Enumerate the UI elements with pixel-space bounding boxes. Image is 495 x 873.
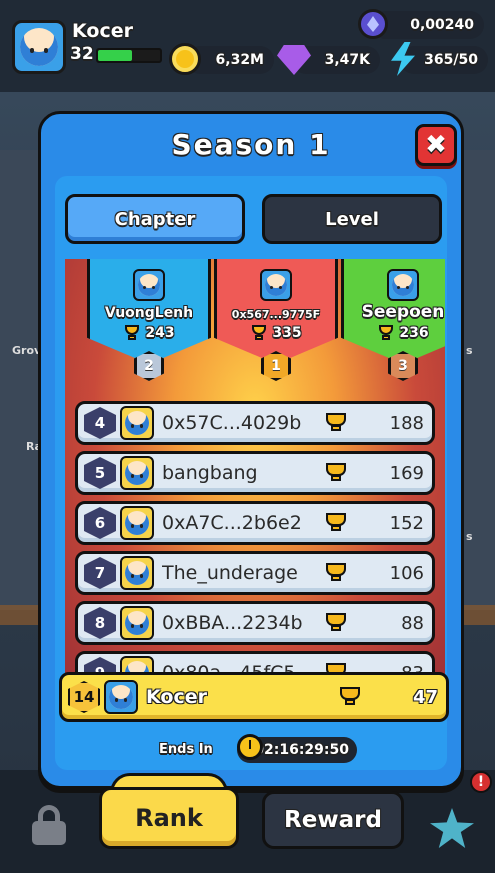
row-rank-badge: 7	[84, 557, 116, 589]
player-name: Kocer	[72, 20, 133, 42]
eth-balance-value: 0,00240	[410, 17, 474, 33]
trophy-icon	[123, 325, 141, 341]
podium-first-score: 335	[214, 325, 338, 341]
leaderboard-row[interactable]: 7 The_underage 106	[75, 551, 435, 595]
tab-chapter[interactable]: Chapter	[65, 194, 245, 244]
podium-third-avatar	[387, 269, 419, 301]
podium-second-name: VuongLenh	[104, 305, 194, 321]
podium-third-score-value: 236	[399, 325, 429, 341]
podium-second-avatar	[133, 269, 165, 301]
row-score: 188	[389, 412, 424, 434]
row-rank-badge: 4	[84, 407, 116, 439]
avatar-face-icon	[125, 611, 149, 635]
row-player-name: bangbang	[162, 462, 258, 484]
avatar-face-icon	[125, 461, 149, 485]
row-player-name: 0xA7C...2b6e2	[162, 512, 302, 534]
background-label: Grov	[12, 344, 42, 357]
eth-icon	[358, 9, 388, 39]
trophy-icon	[377, 325, 395, 341]
stopwatch-icon	[237, 734, 263, 760]
avatar-face-icon	[125, 411, 149, 435]
coins-value: 6,32M	[215, 52, 264, 68]
leaderboard-row[interactable]: 4 0x57C...4029b 188	[75, 401, 435, 445]
row-avatar	[120, 606, 154, 640]
season-leaderboard-modal: Season 1 ✖ Chapter Level VuongLenh 0x567…	[38, 111, 464, 789]
row-rank-badge: 5	[84, 457, 116, 489]
row-player-name: 0x57C...4029b	[162, 412, 302, 434]
row-score: 152	[389, 512, 424, 534]
podium-first-name: 0x567...9775F	[231, 308, 321, 321]
reward-button[interactable]: Reward	[262, 791, 404, 849]
trophy-icon	[324, 513, 348, 533]
alert-badge: !	[470, 771, 492, 793]
player-avatar[interactable]	[12, 20, 66, 74]
avatar-face-icon	[125, 561, 149, 585]
row-player-name: 0xBBA...2234b	[162, 612, 303, 634]
row-avatar	[104, 680, 138, 714]
leaderboard-row[interactable]: 6 0xA7C...2b6e2 152	[75, 501, 435, 545]
gem-icon	[277, 45, 311, 75]
podium-second-score-value: 243	[145, 325, 175, 341]
leaderboard-board: VuongLenh 0x567...9775F Seepoen 243 335 …	[65, 259, 445, 699]
row-rank-badge: 8	[84, 607, 116, 639]
podium-first-avatar	[260, 269, 292, 301]
rank-button[interactable]: Rank	[99, 787, 239, 849]
podium-third-score: 236	[341, 325, 445, 341]
current-player-row[interactable]: 14 Kocer 47	[59, 672, 449, 722]
tab-chapter-label: Chapter	[114, 208, 196, 230]
xp-progress-fill	[98, 50, 133, 61]
background-label: s	[466, 530, 473, 543]
trophy-icon	[324, 613, 348, 633]
avatar-face-icon	[265, 274, 287, 296]
gems-value: 3,47K	[324, 52, 370, 68]
tab-level-label: Level	[325, 208, 379, 230]
row-player-name: Kocer	[146, 686, 207, 708]
row-rank-badge: 14	[68, 681, 100, 713]
avatar-face-icon	[109, 685, 133, 709]
modal-title: Season 1	[171, 128, 331, 161]
ends-in-label: Ends In	[159, 742, 213, 757]
eth-balance-pill[interactable]: 0,00240	[372, 11, 484, 39]
avatar-face-icon	[125, 511, 149, 535]
row-rank-badge: 6	[84, 507, 116, 539]
lock-icon[interactable]	[32, 805, 66, 845]
leaderboard-row[interactable]: 8 0xBBA...2234b 88	[75, 601, 435, 645]
row-avatar	[120, 506, 154, 540]
xp-progress-bar	[96, 48, 162, 63]
avatar-face-icon	[20, 28, 58, 66]
player-level: 32	[70, 44, 94, 64]
trophy-icon	[324, 563, 348, 583]
row-score: 106	[389, 562, 424, 584]
row-score: 169	[389, 462, 424, 484]
trophy-icon	[338, 687, 362, 707]
leaderboard-row[interactable]: 5 bangbang 169	[75, 451, 435, 495]
energy-value: 365/50	[424, 52, 478, 68]
avatar-face-icon	[138, 274, 160, 296]
row-score: 88	[401, 612, 424, 634]
reward-button-label: Reward	[284, 807, 382, 833]
close-button[interactable]: ✖	[415, 124, 457, 166]
trophy-icon	[324, 413, 348, 433]
trophy-icon	[324, 463, 348, 483]
row-player-name: The_underage	[162, 562, 298, 584]
row-avatar	[120, 406, 154, 440]
avatar-face-icon	[392, 274, 414, 296]
podium-third-name: Seepoen	[361, 302, 445, 322]
coin-icon	[169, 43, 201, 75]
background-left-panel	[0, 150, 40, 610]
podium-first-score-value: 335	[272, 325, 302, 341]
trophy-icon	[250, 325, 268, 341]
podium-second-score: 243	[87, 325, 211, 341]
row-score: 47	[412, 686, 438, 708]
background-label: s	[466, 344, 473, 357]
row-avatar	[120, 556, 154, 590]
rank-button-label: Rank	[135, 804, 203, 832]
season-timer-value: 02:16:29:50	[254, 742, 349, 758]
tab-level[interactable]: Level	[262, 194, 442, 244]
row-avatar	[120, 456, 154, 490]
close-icon: ✖	[425, 130, 447, 160]
lightning-icon	[388, 42, 418, 76]
